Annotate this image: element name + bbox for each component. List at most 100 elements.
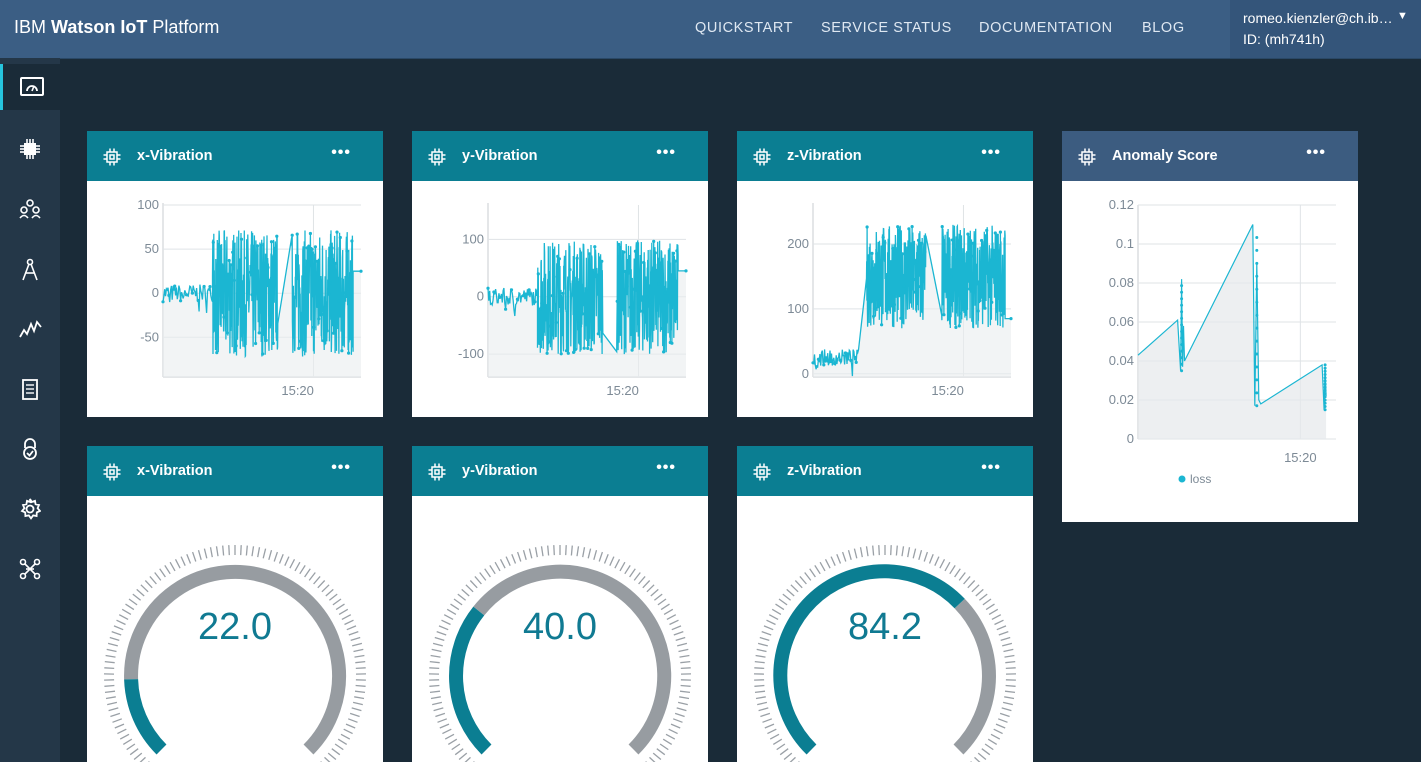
data-point <box>572 350 576 354</box>
card-menu-button[interactable]: ••• <box>331 144 351 162</box>
data-point <box>957 324 961 328</box>
data-point <box>1323 382 1327 386</box>
data-point <box>591 301 595 305</box>
card-menu-button[interactable]: ••• <box>1306 144 1326 162</box>
gauge-tick <box>522 550 527 560</box>
data-point <box>944 253 948 257</box>
data-point <box>968 287 972 291</box>
user-account-menu[interactable]: romeo.kienzler@ch.ib… ID: (mh741h) ▼ <box>1230 0 1421 58</box>
gauge-tick <box>678 648 689 653</box>
data-point <box>213 328 217 332</box>
gauge-tick <box>469 580 478 589</box>
data-point <box>557 257 561 261</box>
data-point <box>243 315 247 319</box>
gauge-tick <box>437 718 448 723</box>
gauge-tick <box>553 545 555 556</box>
brand-logo-text[interactable]: IBM Watson IoT Platform <box>14 17 219 38</box>
gauge-tick <box>347 718 358 723</box>
data-point <box>217 242 221 247</box>
sidebar-item-boards[interactable] <box>0 64 60 110</box>
data-point <box>264 338 268 342</box>
gauge-tick <box>1005 667 1016 670</box>
x-tick-label: 15:20 <box>606 383 639 398</box>
x-tick-label: 15:20 <box>1284 450 1317 465</box>
data-point <box>579 324 583 328</box>
data-point <box>961 258 965 262</box>
gauge-tick <box>764 723 775 729</box>
card-menu-button[interactable]: ••• <box>656 459 676 477</box>
data-point <box>642 260 646 265</box>
card-y-vibration-chart: y-Vibration ••• 100 0 -100 15:20 <box>412 131 708 417</box>
data-point <box>266 265 270 270</box>
gauge-tick <box>587 548 592 559</box>
gauge-tick <box>1003 648 1014 653</box>
data-point <box>1002 311 1006 315</box>
gauge-tick <box>847 550 852 560</box>
gauge-tick <box>262 548 267 559</box>
sidebar-item-security[interactable] <box>0 426 60 472</box>
data-point <box>950 238 955 242</box>
data-point <box>343 291 347 295</box>
nav-link-blog[interactable]: BLOG <box>1142 20 1185 36</box>
gauge-tick <box>809 568 816 578</box>
y-tick-label: 0 <box>1127 431 1134 446</box>
chevron-down-icon[interactable]: ▼ <box>1397 10 1408 22</box>
gauge-tick <box>117 728 127 735</box>
gauge-tick <box>603 553 609 564</box>
nav-link-quickstart[interactable]: QUICKSTART <box>695 20 793 36</box>
gauge-tick <box>776 743 786 751</box>
gauge-tick <box>257 547 261 558</box>
data-point <box>239 237 244 241</box>
sidebar-item-apps[interactable] <box>0 246 60 292</box>
gauge-tick <box>107 701 118 706</box>
card-menu-button[interactable]: ••• <box>981 144 1001 162</box>
sidebar-item-reports[interactable] <box>0 366 60 412</box>
gauge-tick <box>209 547 213 558</box>
gauge-tick <box>442 728 452 735</box>
gauge-tick <box>345 723 356 729</box>
gauge-tick <box>328 593 338 601</box>
gauge-tick <box>646 584 655 593</box>
gauge-tick <box>656 748 666 756</box>
gauge-tick <box>429 684 440 687</box>
data-point <box>259 243 263 247</box>
gauge-tick <box>982 598 992 606</box>
sidebar-item-extensions[interactable] <box>0 546 60 592</box>
nav-link-documentation[interactable]: DOCUMENTATION <box>979 20 1113 36</box>
top-navigation-bar: IBM Watson IoT Platform QUICKSTART SERVI… <box>0 0 1421 59</box>
gauge-tick <box>978 593 988 601</box>
card-menu-button[interactable]: ••• <box>981 459 1001 477</box>
gauge-tick <box>865 546 869 557</box>
sidebar-item-settings[interactable] <box>0 486 60 532</box>
gauge-tick <box>474 575 482 585</box>
sidebar-item-analytics[interactable] <box>0 306 60 352</box>
gauge-tick <box>674 712 685 718</box>
data-point <box>208 285 212 289</box>
gauge-tick <box>343 728 353 735</box>
data-point <box>867 254 871 258</box>
gauge-tick <box>479 572 487 581</box>
card-menu-button[interactable]: ••• <box>331 459 351 477</box>
gauge-tick <box>990 733 1001 740</box>
card-menu-button[interactable]: ••• <box>656 144 676 162</box>
gauge-tick <box>304 568 311 578</box>
data-point <box>913 290 917 294</box>
data-point <box>1255 365 1259 369</box>
data-point <box>1323 363 1327 367</box>
data-point <box>202 284 206 289</box>
gauge-tick <box>351 707 362 712</box>
sidebar-item-members[interactable] <box>0 186 60 232</box>
gauge-value: 84.2 <box>848 606 922 648</box>
card-title: z-Vibration <box>787 463 862 479</box>
sidebar-item-devices[interactable] <box>0 126 60 172</box>
device-chip-icon <box>753 148 771 166</box>
data-point <box>269 240 274 244</box>
nav-link-service-status[interactable]: SERVICE STATUS <box>821 20 952 36</box>
data-point <box>1255 287 1259 291</box>
gauge-fill <box>773 564 965 755</box>
card-title: y-Vibration <box>462 463 538 479</box>
device-chip-icon <box>428 148 446 166</box>
card-z-vibration-gauge: z-Vibration ••• 84.2 <box>737 446 1033 762</box>
brand-prefix: IBM <box>14 17 52 37</box>
data-point <box>662 350 666 354</box>
